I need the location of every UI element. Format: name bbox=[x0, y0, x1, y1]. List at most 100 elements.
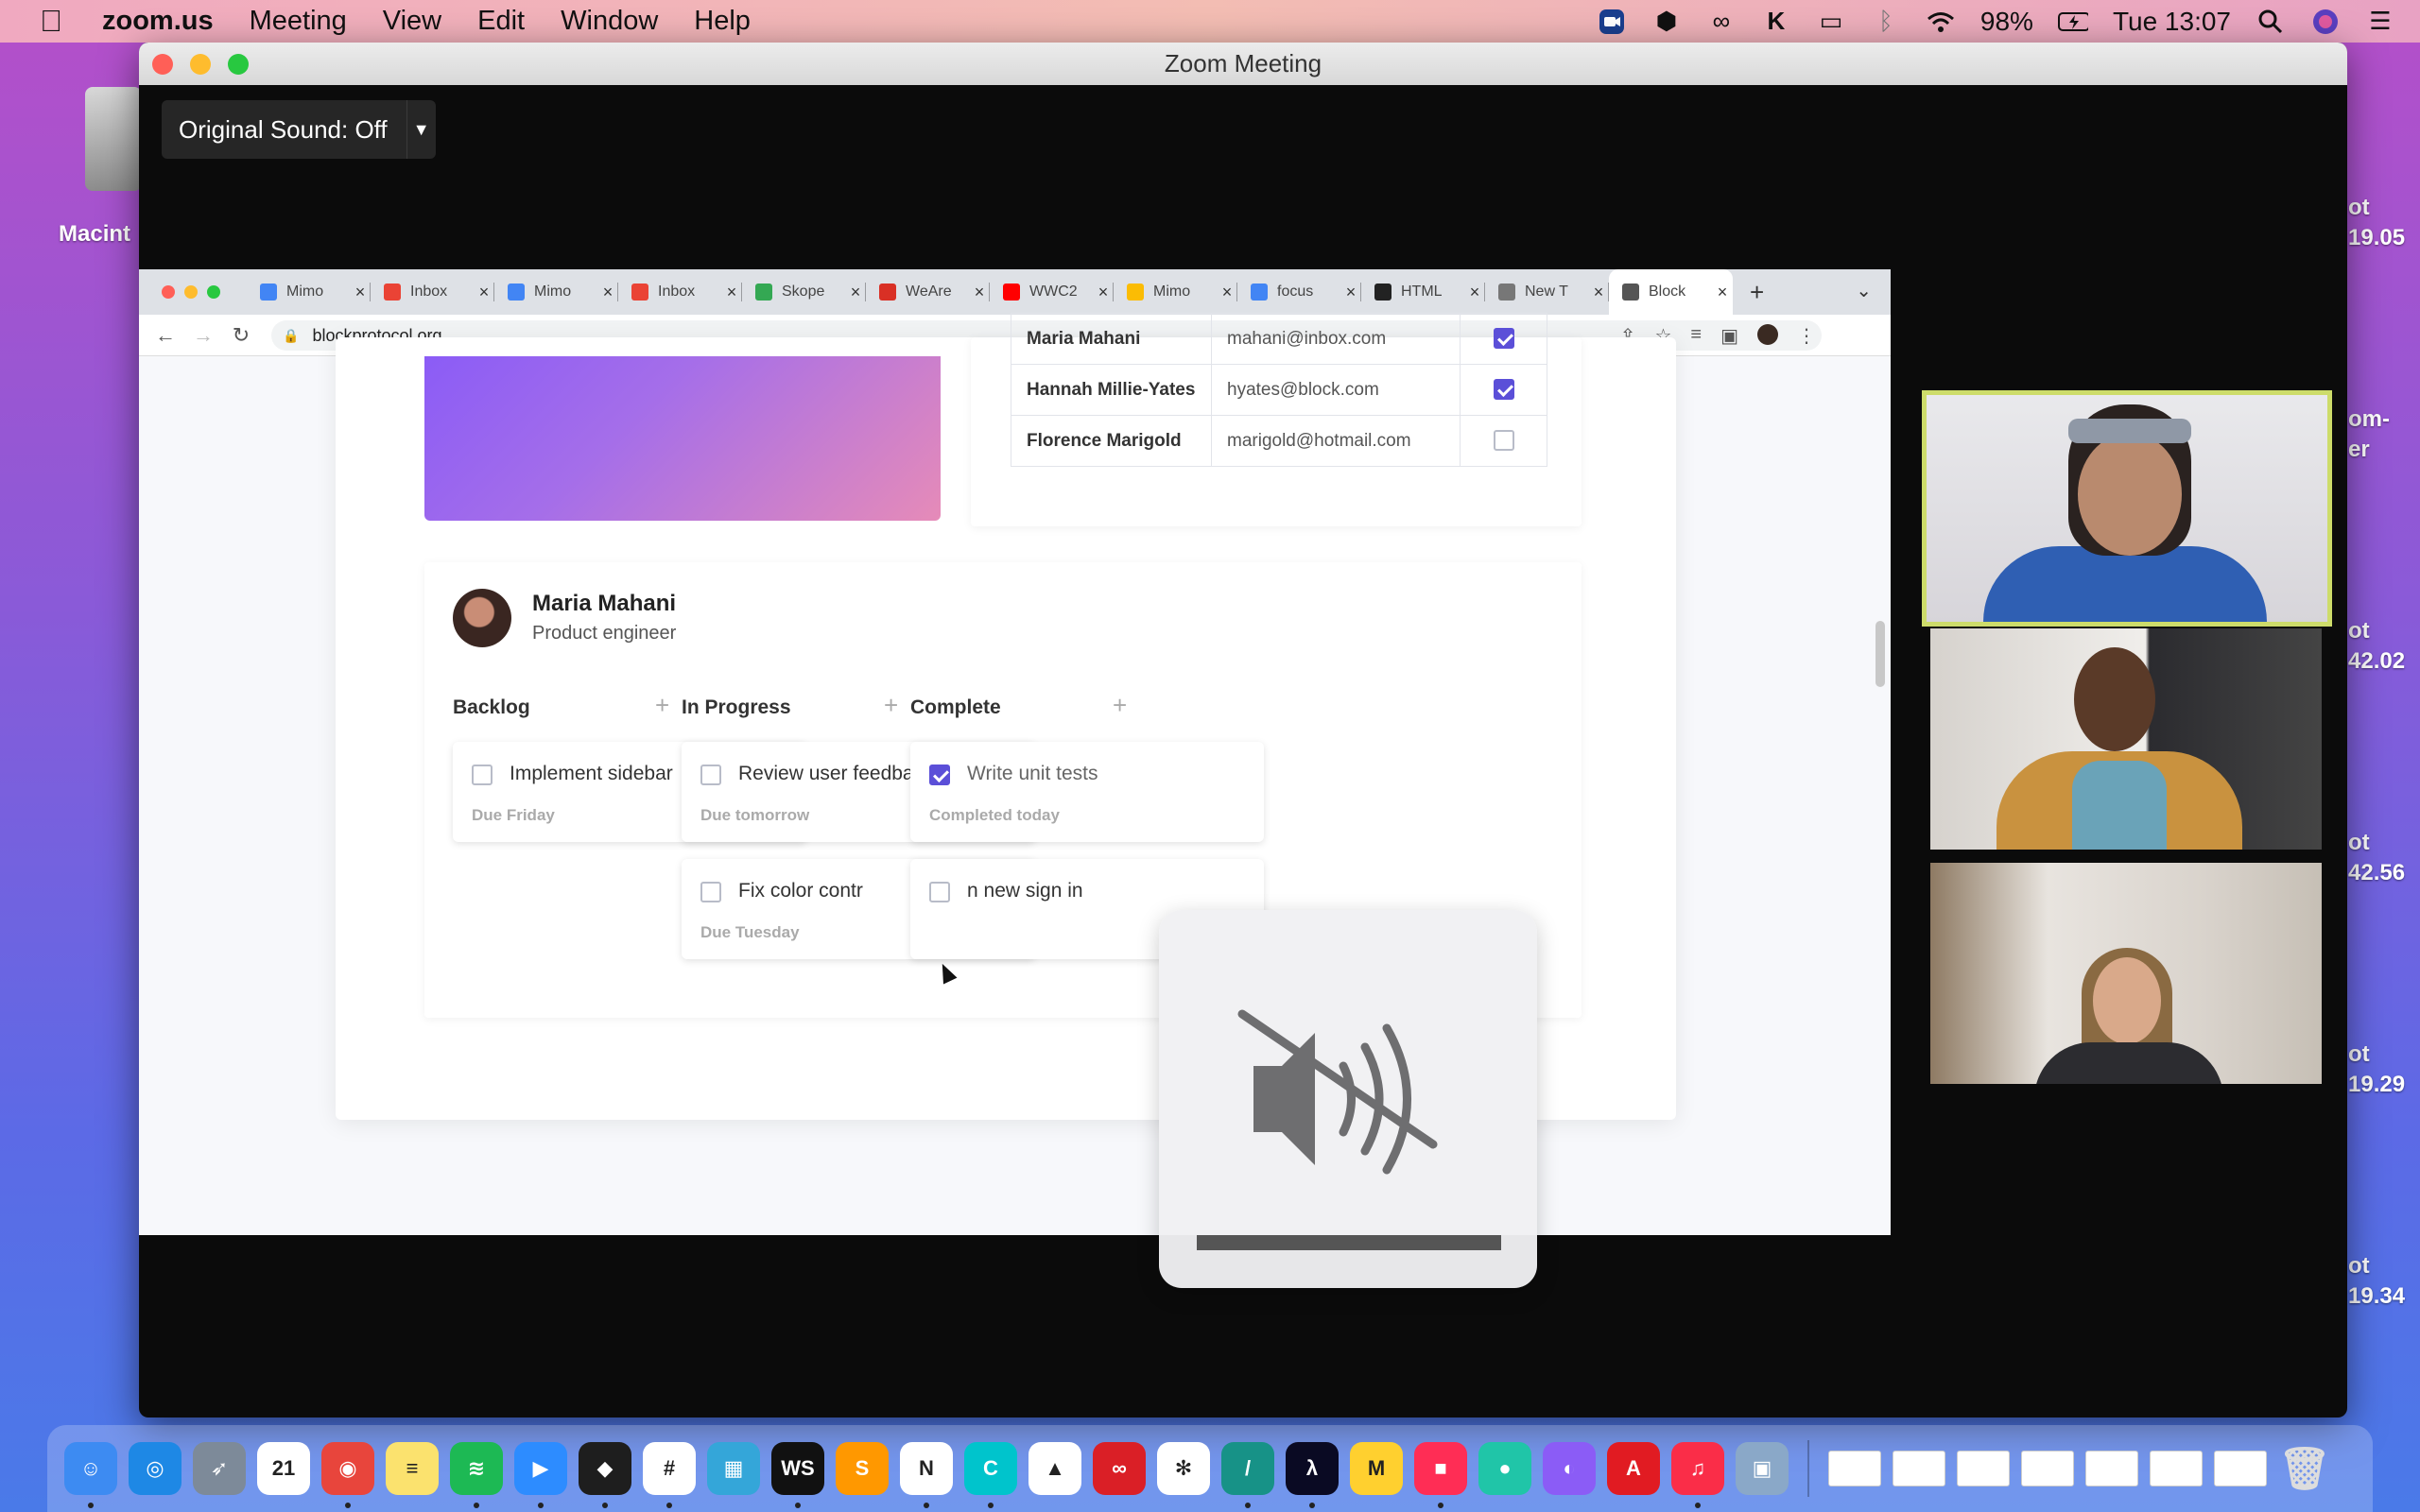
profile-avatar[interactable] bbox=[1757, 323, 1778, 345]
slack-app-icon[interactable]: # bbox=[643, 1442, 696, 1508]
desktop-disk-icon[interactable] bbox=[85, 87, 142, 191]
task-card[interactable]: Write unit tests Completed today bbox=[910, 742, 1264, 842]
close-tab-icon[interactable]: × bbox=[1093, 283, 1114, 302]
image-capture-app-icon[interactable]: ▣ bbox=[1736, 1442, 1789, 1495]
desktop-file-label[interactable]: 42.56 bbox=[2348, 860, 2405, 886]
close-button[interactable] bbox=[152, 54, 173, 75]
menu-help[interactable]: Help bbox=[694, 6, 751, 37]
browser-tab[interactable]: Inbox × bbox=[371, 269, 494, 315]
github-app-icon[interactable]: ◐ bbox=[1543, 1442, 1596, 1495]
new-tab-button[interactable]: + bbox=[1750, 278, 1764, 307]
sublime-app-icon[interactable]: S bbox=[836, 1442, 889, 1495]
box-icon[interactable]: ⬢ bbox=[1651, 7, 1682, 37]
task-checkbox[interactable] bbox=[929, 765, 950, 785]
reload-icon[interactable]: ↻ bbox=[222, 323, 260, 348]
side-panel-icon[interactable]: ▣ bbox=[1720, 324, 1738, 348]
minimize-icon[interactable] bbox=[184, 285, 198, 299]
notion-app-icon[interactable]: N bbox=[900, 1442, 953, 1508]
airplay-icon[interactable]: ▭ bbox=[1816, 7, 1846, 37]
menu-meeting[interactable]: Meeting bbox=[250, 6, 347, 37]
minimized-window-thumbnail[interactable] bbox=[1828, 1451, 1881, 1486]
clock[interactable]: Tue 13:07 bbox=[2113, 7, 2231, 37]
browser-tab[interactable]: Block × bbox=[1609, 269, 1733, 315]
close-tab-icon[interactable]: × bbox=[845, 283, 866, 302]
figma-app-icon[interactable]: ◆ bbox=[579, 1442, 631, 1508]
desktop-file-label[interactable]: om- bbox=[2348, 406, 2390, 433]
close-tab-icon[interactable]: × bbox=[721, 283, 742, 302]
google-drive-app-icon[interactable]: ▲ bbox=[1028, 1442, 1081, 1495]
minimized-window-thumbnail[interactable] bbox=[2085, 1451, 2138, 1486]
menu-view[interactable]: View bbox=[383, 6, 441, 37]
notes-app-icon[interactable]: ≡ bbox=[386, 1442, 439, 1495]
task-checkbox[interactable] bbox=[700, 765, 721, 785]
browser-tab[interactable]: WWC2 × bbox=[990, 269, 1114, 315]
browser-tab[interactable]: Mimo × bbox=[1114, 269, 1237, 315]
spotlight-search-icon[interactable] bbox=[2256, 7, 2286, 37]
browser-tab[interactable]: HTML × bbox=[1361, 269, 1485, 315]
apple-menu-icon[interactable]:  bbox=[40, 4, 66, 39]
browser-tab[interactable]: Mimo × bbox=[247, 269, 371, 315]
menu-edit[interactable]: Edit bbox=[477, 6, 525, 37]
window-title-bar[interactable]: Zoom Meeting bbox=[139, 43, 2347, 85]
desktop-file-label[interactable]: ot bbox=[2348, 618, 2370, 644]
close-tab-icon[interactable]: × bbox=[350, 283, 371, 302]
row-checkbox[interactable] bbox=[1493, 328, 1514, 350]
miro-app-icon[interactable]: M bbox=[1350, 1442, 1403, 1495]
close-tab-icon[interactable]: × bbox=[969, 283, 990, 302]
forward-icon[interactable]: → bbox=[184, 323, 222, 348]
twist-app-icon[interactable]: ● bbox=[1478, 1442, 1531, 1495]
calendar-app-icon[interactable]: 21 bbox=[257, 1442, 310, 1495]
desktop-file-label[interactable]: ot bbox=[2348, 195, 2370, 221]
browser-tab[interactable]: Mimo × bbox=[494, 269, 618, 315]
acrobat-app-icon[interactable]: A bbox=[1607, 1442, 1660, 1495]
menu-window[interactable]: Window bbox=[561, 6, 658, 37]
battery-icon[interactable] bbox=[2057, 7, 2088, 37]
task-checkbox[interactable] bbox=[929, 882, 950, 902]
zoom-app-icon[interactable]: ▶ bbox=[514, 1442, 567, 1508]
screen-rec-app-icon[interactable]: ■ bbox=[1414, 1442, 1467, 1508]
participant-video[interactable] bbox=[1930, 628, 2322, 850]
finder-app-icon[interactable]: ☺ bbox=[64, 1442, 117, 1508]
spotify-app-icon[interactable]: ≋ bbox=[450, 1442, 503, 1508]
add-task-button[interactable]: + bbox=[655, 691, 669, 720]
close-tab-icon[interactable]: × bbox=[597, 283, 618, 302]
browser-tab[interactable]: New T × bbox=[1485, 269, 1609, 315]
k-app-icon[interactable]: K bbox=[1761, 7, 1791, 37]
close-icon[interactable] bbox=[162, 285, 175, 299]
zoom-status-icon[interactable] bbox=[1597, 7, 1627, 37]
creative-cloud-icon[interactable]: ∞ bbox=[1706, 7, 1737, 37]
browser-tab[interactable]: WeAre × bbox=[866, 269, 990, 315]
minimized-window-thumbnail[interactable] bbox=[1957, 1451, 2010, 1486]
chrome-app-icon[interactable]: ◉ bbox=[321, 1442, 374, 1508]
gitkraken-app-icon[interactable]: / bbox=[1221, 1442, 1274, 1508]
tab-search-icon[interactable]: ⌄ bbox=[1856, 279, 1872, 302]
desktop-file-label[interactable]: 19.34 bbox=[2348, 1283, 2405, 1310]
row-checkbox[interactable] bbox=[1493, 379, 1514, 401]
desktop-file-label[interactable]: 19.05 bbox=[2348, 225, 2405, 251]
desktop-file-label[interactable]: ot bbox=[2348, 830, 2370, 856]
minimized-window-thumbnail[interactable] bbox=[2021, 1451, 2074, 1486]
task-checkbox[interactable] bbox=[472, 765, 493, 785]
task-checkbox[interactable] bbox=[700, 882, 721, 902]
desktop-file-label[interactable]: 19.29 bbox=[2348, 1072, 2405, 1098]
settings-flower-app-icon[interactable]: ✻ bbox=[1157, 1442, 1210, 1495]
scrollbar[interactable] bbox=[1876, 621, 1885, 687]
original-sound-toggle[interactable]: Original Sound: Off ▼ bbox=[162, 100, 436, 159]
control-center-icon[interactable]: ☰ bbox=[2365, 7, 2395, 37]
creative-cloud-app-icon[interactable]: ∞ bbox=[1093, 1442, 1146, 1495]
more-menu-icon[interactable]: ⋮ bbox=[1797, 324, 1816, 348]
zoom-button[interactable] bbox=[228, 54, 249, 75]
browser-tab[interactable]: Inbox × bbox=[618, 269, 742, 315]
back-icon[interactable]: ← bbox=[147, 323, 184, 348]
launchpad-app-icon[interactable]: ➶ bbox=[193, 1442, 246, 1495]
bluetooth-icon[interactable]: ᛒ bbox=[1871, 7, 1901, 37]
browser-tab[interactable]: Skope × bbox=[742, 269, 866, 315]
add-task-button[interactable]: + bbox=[1113, 691, 1127, 720]
reading-list-icon[interactable]: ≡ bbox=[1690, 324, 1702, 348]
menu-app-name[interactable]: zoom.us bbox=[102, 6, 214, 37]
row-checkbox[interactable] bbox=[1493, 430, 1514, 452]
participant-video-active-speaker[interactable] bbox=[1922, 390, 2332, 627]
desktop-disk-label[interactable]: Macint bbox=[59, 221, 130, 248]
close-tab-icon[interactable]: × bbox=[1217, 283, 1237, 302]
desktop-file-label[interactable]: 42.02 bbox=[2348, 648, 2405, 675]
